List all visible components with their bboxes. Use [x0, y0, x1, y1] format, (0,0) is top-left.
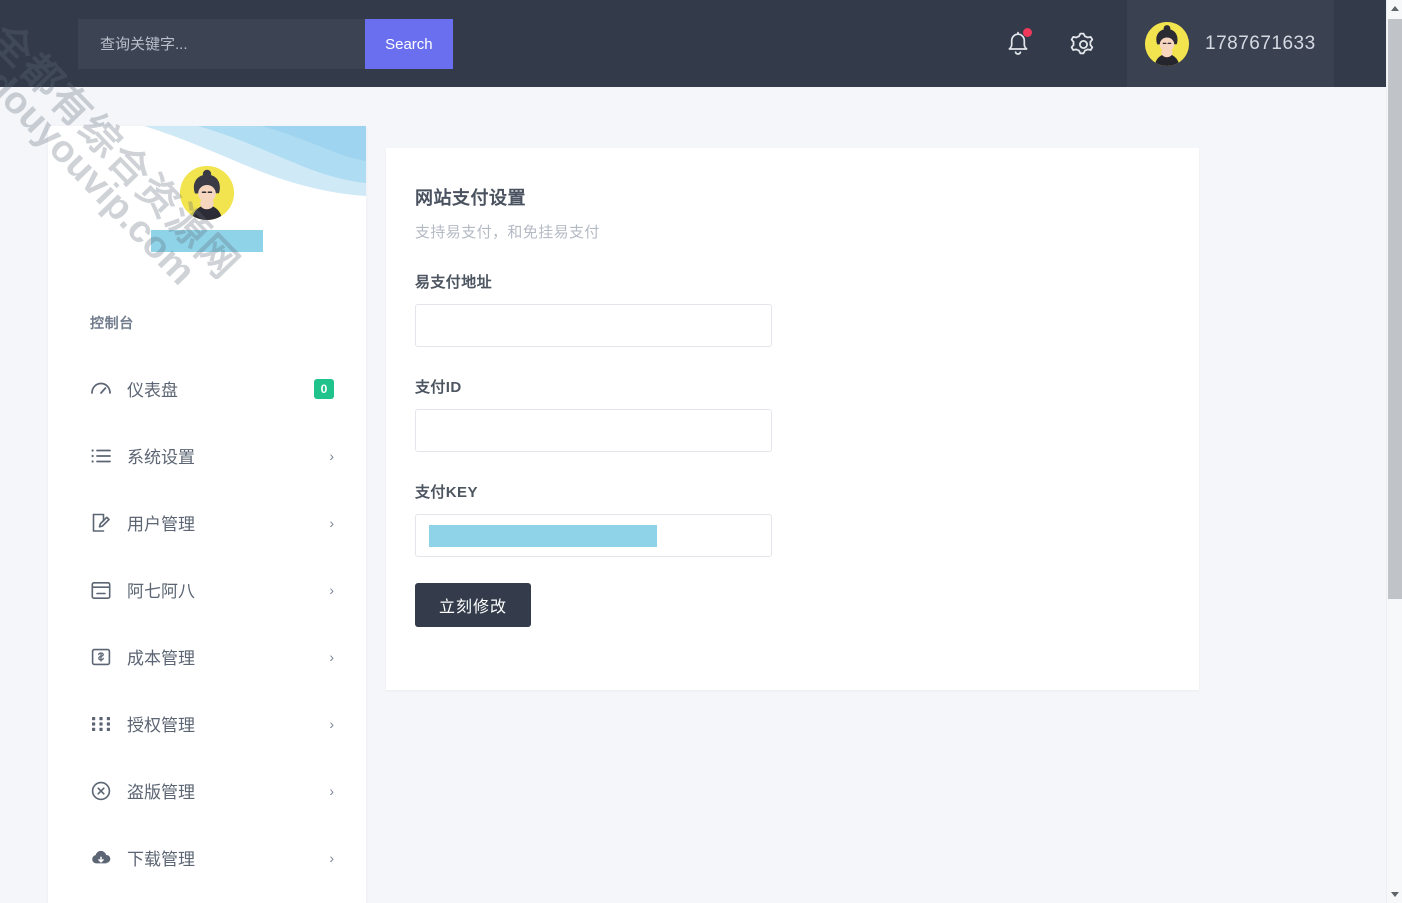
top-header-bar: Search [0, 0, 1389, 87]
sidebar-item-piracy-management[interactable]: 盗版管理 › [48, 757, 366, 824]
main-content: 网站支付设置 支持易支付，和免挂易支付 易支付地址 支付ID 支付KEY 立刻修… [386, 148, 1199, 690]
profile-avatar-image [180, 166, 234, 220]
field-label-pay-key: 支付KEY [415, 484, 478, 501]
scroll-down-button[interactable] [1387, 886, 1402, 903]
payment-settings-card: 网站支付设置 支持易支付，和免挂易支付 易支付地址 支付ID 支付KEY 立刻修… [386, 148, 1199, 690]
scrollbar-thumb[interactable] [1388, 19, 1402, 599]
user-name: 1787671633 [1205, 32, 1316, 54]
chevron-right-icon: › [329, 447, 334, 464]
notification-dot [1023, 28, 1032, 37]
avatar-image [1145, 21, 1189, 66]
pay-id-input[interactable] [415, 409, 772, 452]
search-input[interactable] [78, 19, 365, 69]
notifications-button[interactable] [1000, 26, 1036, 62]
pay-key-input-wrap [415, 514, 772, 557]
sidebar-item-label: 阿七阿八 [127, 582, 195, 601]
chevron-right-icon: › [329, 782, 334, 799]
user-menu[interactable]: 1787671633 [1127, 0, 1334, 87]
x-circle-icon [90, 780, 114, 802]
sidebar-item-badge: 0 [314, 378, 334, 399]
chevron-right-icon: › [329, 648, 334, 665]
form-group-pay-key: 支付KEY [415, 481, 1168, 557]
sidebar-item-user-management[interactable]: 用户管理 › [48, 489, 366, 556]
sidebar-item-label: 授权管理 [127, 716, 195, 735]
user-edit-icon [90, 512, 114, 534]
sidebar-item-dashboard[interactable]: 仪表盘 0 [48, 355, 366, 422]
money-icon [90, 646, 114, 668]
chevron-right-icon: › [329, 514, 334, 531]
page-title: 网站支付设置 [415, 188, 526, 208]
calendar-icon [90, 579, 114, 601]
profile-avatar[interactable] [180, 166, 234, 220]
sidebar-item-authorization-management[interactable]: 授权管理 › [48, 690, 366, 757]
scroll-up-button[interactable] [1387, 0, 1402, 17]
activity-icon [90, 378, 114, 400]
sidebar-profile-header [48, 126, 366, 259]
page-subtitle: 支持易支付，和免挂易支付 [415, 224, 600, 241]
sidebar-item-change-password[interactable]: 修改密码 › [48, 891, 366, 903]
form-group-pay-id: 支付ID [415, 376, 1168, 452]
sidebar-item-label: 盗版管理 [127, 783, 195, 802]
sidebar-item-label: 系统设置 [127, 448, 195, 467]
sidebar-section-title: 控制台 [90, 315, 134, 331]
gear-icon [1070, 32, 1093, 54]
cloud-download-icon [90, 847, 114, 869]
grid-icon [90, 713, 114, 735]
chevron-right-icon: › [329, 581, 334, 598]
sidebar-item-aqiaba[interactable]: 阿七阿八 › [48, 556, 366, 623]
sidebar-item-download-management[interactable]: 下载管理 › [48, 824, 366, 891]
pay-url-input[interactable] [415, 304, 772, 347]
sidebar: 控制台 仪表盘 0 系统设置 › 用户管理 › 阿七阿八 › 成本管理 › 授权… [48, 126, 366, 903]
list-icon [90, 445, 114, 467]
sidebar-item-label: 用户管理 [127, 515, 195, 534]
avatar [1145, 21, 1189, 66]
search-button[interactable]: Search [364, 19, 453, 69]
chevron-right-icon: › [329, 715, 334, 732]
sidebar-menu: 仪表盘 0 系统设置 › 用户管理 › 阿七阿八 › 成本管理 › 授权管理 ›… [48, 355, 366, 903]
search-bar: Search [78, 19, 453, 69]
field-label-pay-id: 支付ID [415, 379, 462, 396]
sidebar-item-label: 成本管理 [127, 649, 195, 668]
profile-name-redacted [151, 230, 263, 252]
pay-key-input[interactable] [415, 514, 772, 557]
sidebar-item-label: 下载管理 [127, 850, 195, 869]
sidebar-item-label: 仪表盘 [127, 381, 178, 400]
chevron-right-icon: › [329, 849, 334, 866]
settings-button[interactable] [1065, 26, 1101, 62]
app-root: Search [0, 0, 1389, 903]
sidebar-item-cost-management[interactable]: 成本管理 › [48, 623, 366, 690]
form-group-pay-url: 易支付地址 [415, 271, 1168, 347]
submit-button[interactable]: 立刻修改 [415, 583, 532, 627]
field-label-pay-url: 易支付地址 [415, 274, 493, 291]
sidebar-item-system-settings[interactable]: 系统设置 › [48, 422, 366, 489]
vertical-scrollbar[interactable] [1386, 0, 1402, 903]
